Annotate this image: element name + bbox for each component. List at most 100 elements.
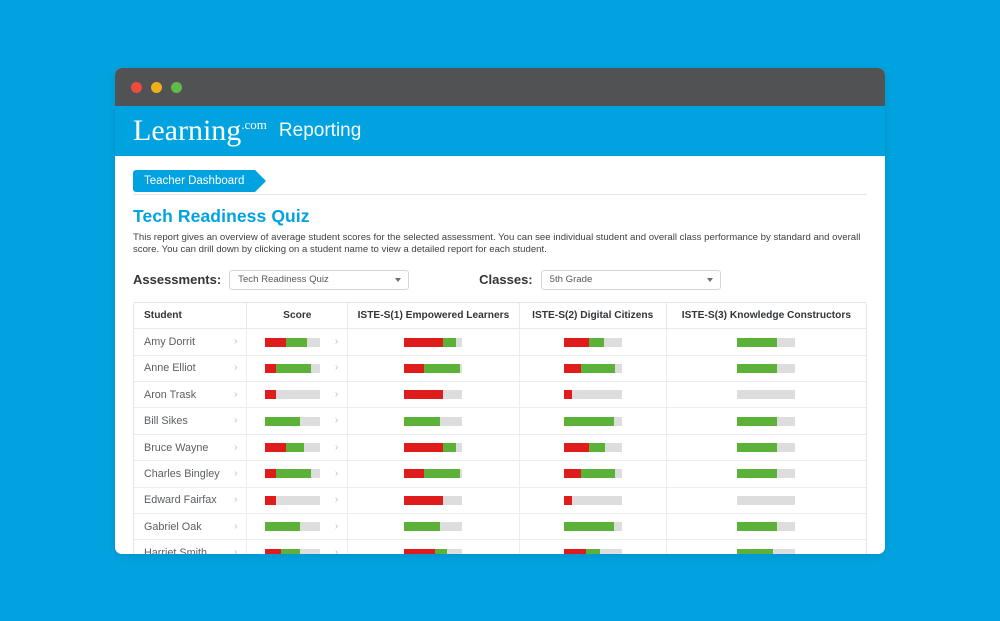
iste-s2-bar-wrapper: [520, 522, 666, 532]
score-bar-wrapper: ›: [247, 521, 347, 532]
chevron-right-icon[interactable]: ›: [335, 337, 338, 347]
student-name-cell[interactable]: Edward Fairfax ›: [134, 487, 248, 515]
minimize-dot[interactable]: [151, 81, 162, 93]
student-name-wrapper: Amy Dorrit ›: [134, 336, 246, 348]
student-name-label[interactable]: Gabriel Oak: [144, 521, 202, 533]
score-bar-green-segment: [563, 416, 614, 426]
chevron-right-icon[interactable]: ›: [234, 468, 237, 479]
iste-s3-cell: [666, 407, 866, 435]
student-name-label[interactable]: Charles Bingley: [144, 468, 220, 480]
breadcrumb-item-teacher-dashboard[interactable]: Teacher Dashboard: [133, 170, 267, 192]
chevron-right-icon[interactable]: ›: [335, 548, 338, 554]
score-bar: [737, 337, 796, 347]
student-name-label[interactable]: Aron Trask: [144, 389, 196, 401]
student-name-label[interactable]: Bruce Wayne: [144, 442, 208, 454]
table-row[interactable]: Aron Trask › ›: [134, 381, 866, 409]
chevron-right-icon[interactable]: ›: [335, 442, 338, 453]
chevron-right-icon[interactable]: ›: [234, 416, 237, 426]
column-header-iste-s1[interactable]: ISTE-S(1) Empowered Learners: [347, 302, 520, 330]
column-header-score[interactable]: Score: [246, 302, 349, 330]
iste-s3-cell: [666, 539, 866, 554]
chevron-right-icon[interactable]: ›: [234, 548, 237, 554]
score-bar-green-segment: [265, 522, 300, 532]
student-name-label[interactable]: Bill Sikes: [144, 415, 188, 427]
chevron-right-icon[interactable]: ›: [234, 495, 237, 505]
student-name-cell[interactable]: Amy Dorrit ›: [134, 328, 248, 356]
student-name-cell[interactable]: Bill Sikes ›: [134, 407, 248, 435]
maximize-dot[interactable]: [171, 81, 182, 93]
table-row[interactable]: Bruce Wayne › ›: [134, 434, 866, 462]
score-cell[interactable]: ›: [246, 381, 349, 409]
score-cell[interactable]: ›: [246, 460, 349, 488]
table-row[interactable]: Harriet Smith › ›: [134, 539, 866, 554]
column-header-iste-s2[interactable]: ISTE-S(2) Digital Citizens: [519, 302, 667, 330]
iste-s2-cell: [519, 434, 667, 462]
iste-s2-bar-wrapper: [520, 363, 666, 373]
score-bar: [404, 548, 463, 554]
score-bar-green-segment: [404, 416, 441, 426]
student-name-cell[interactable]: Charles Bingley ›: [134, 460, 248, 488]
chevron-right-icon[interactable]: ›: [335, 495, 338, 505]
score-bar-red-segment: [563, 337, 589, 347]
score-bar-red-segment: [404, 363, 424, 373]
chevron-right-icon[interactable]: ›: [234, 442, 237, 453]
iste-s2-bar-wrapper: [520, 548, 666, 554]
score-bar-green-segment: [588, 337, 605, 347]
score-cell[interactable]: ›: [246, 407, 349, 435]
classes-select[interactable]: 5th Grade: [540, 269, 721, 290]
score-cell[interactable]: ›: [246, 513, 349, 541]
score-cell[interactable]: ›: [246, 539, 349, 554]
table-row[interactable]: Anne Elliot › ›: [134, 355, 866, 383]
student-name-cell[interactable]: Harriet Smith ›: [134, 539, 248, 554]
student-name-cell[interactable]: Bruce Wayne ›: [134, 434, 248, 462]
chevron-right-icon[interactable]: ›: [335, 468, 338, 479]
chevron-right-icon[interactable]: ›: [234, 521, 237, 532]
score-bar: [404, 363, 463, 373]
table-row[interactable]: Edward Fairfax › ›: [134, 487, 866, 515]
score-bar: [563, 469, 622, 479]
score-cell[interactable]: ›: [246, 328, 349, 356]
score-cell[interactable]: ›: [246, 434, 349, 462]
score-bar-green-segment: [580, 363, 615, 373]
close-dot[interactable]: [131, 81, 142, 93]
score-bar: [737, 522, 796, 532]
assessments-label: Assessments:: [133, 272, 222, 288]
chevron-right-icon[interactable]: ›: [234, 363, 237, 373]
student-name-label[interactable]: Anne Elliot: [144, 362, 196, 374]
chevron-right-icon[interactable]: ›: [234, 337, 237, 347]
score-cell[interactable]: ›: [246, 487, 349, 515]
chevron-right-icon[interactable]: ›: [335, 521, 338, 532]
student-name-cell[interactable]: Gabriel Oak ›: [134, 513, 248, 541]
score-bar-green-segment: [443, 337, 457, 347]
student-name-label[interactable]: Edward Fairfax: [144, 494, 217, 506]
iste-s1-bar-wrapper: [348, 416, 518, 426]
student-name-cell[interactable]: Anne Elliot ›: [134, 355, 248, 383]
iste-s1-cell: [347, 407, 520, 435]
iste-s3-cell: [666, 328, 866, 356]
score-bar-green-segment: [737, 469, 777, 479]
learning-com-logo[interactable]: Learning.com: [133, 116, 267, 146]
report-table-head: Student Score ISTE-S(1) Empowered Learne…: [134, 302, 866, 330]
column-header-student[interactable]: Student: [134, 302, 248, 330]
table-row[interactable]: Amy Dorrit › ›: [134, 328, 866, 356]
student-name-wrapper: Charles Bingley ›: [134, 468, 246, 480]
student-name-label[interactable]: Harriet Smith: [144, 547, 207, 554]
column-header-iste-s3[interactable]: ISTE-S(3) Knowledge Constructors: [666, 302, 866, 330]
student-name-cell[interactable]: Aron Trask ›: [134, 381, 248, 409]
chevron-right-icon[interactable]: ›: [335, 416, 338, 426]
chevron-right-icon[interactable]: ›: [335, 363, 338, 373]
score-bar-green-segment: [423, 363, 460, 373]
table-header-row: Student Score ISTE-S(1) Empowered Learne…: [134, 302, 866, 330]
table-row[interactable]: Charles Bingley › ›: [134, 460, 866, 488]
iste-s3-bar-wrapper: [667, 443, 866, 453]
score-bar: [563, 337, 622, 347]
assessments-select[interactable]: Tech Readiness Quiz: [229, 269, 410, 290]
score-bar-red-segment: [563, 469, 581, 479]
table-row[interactable]: Bill Sikes › ›: [134, 407, 866, 435]
chevron-right-icon[interactable]: ›: [335, 389, 338, 400]
chevron-right-icon[interactable]: ›: [234, 389, 237, 400]
student-name-label[interactable]: Amy Dorrit: [144, 336, 195, 348]
table-row[interactable]: Gabriel Oak › ›: [134, 513, 866, 541]
score-cell[interactable]: ›: [246, 355, 349, 383]
iste-s3-cell: [666, 381, 866, 409]
